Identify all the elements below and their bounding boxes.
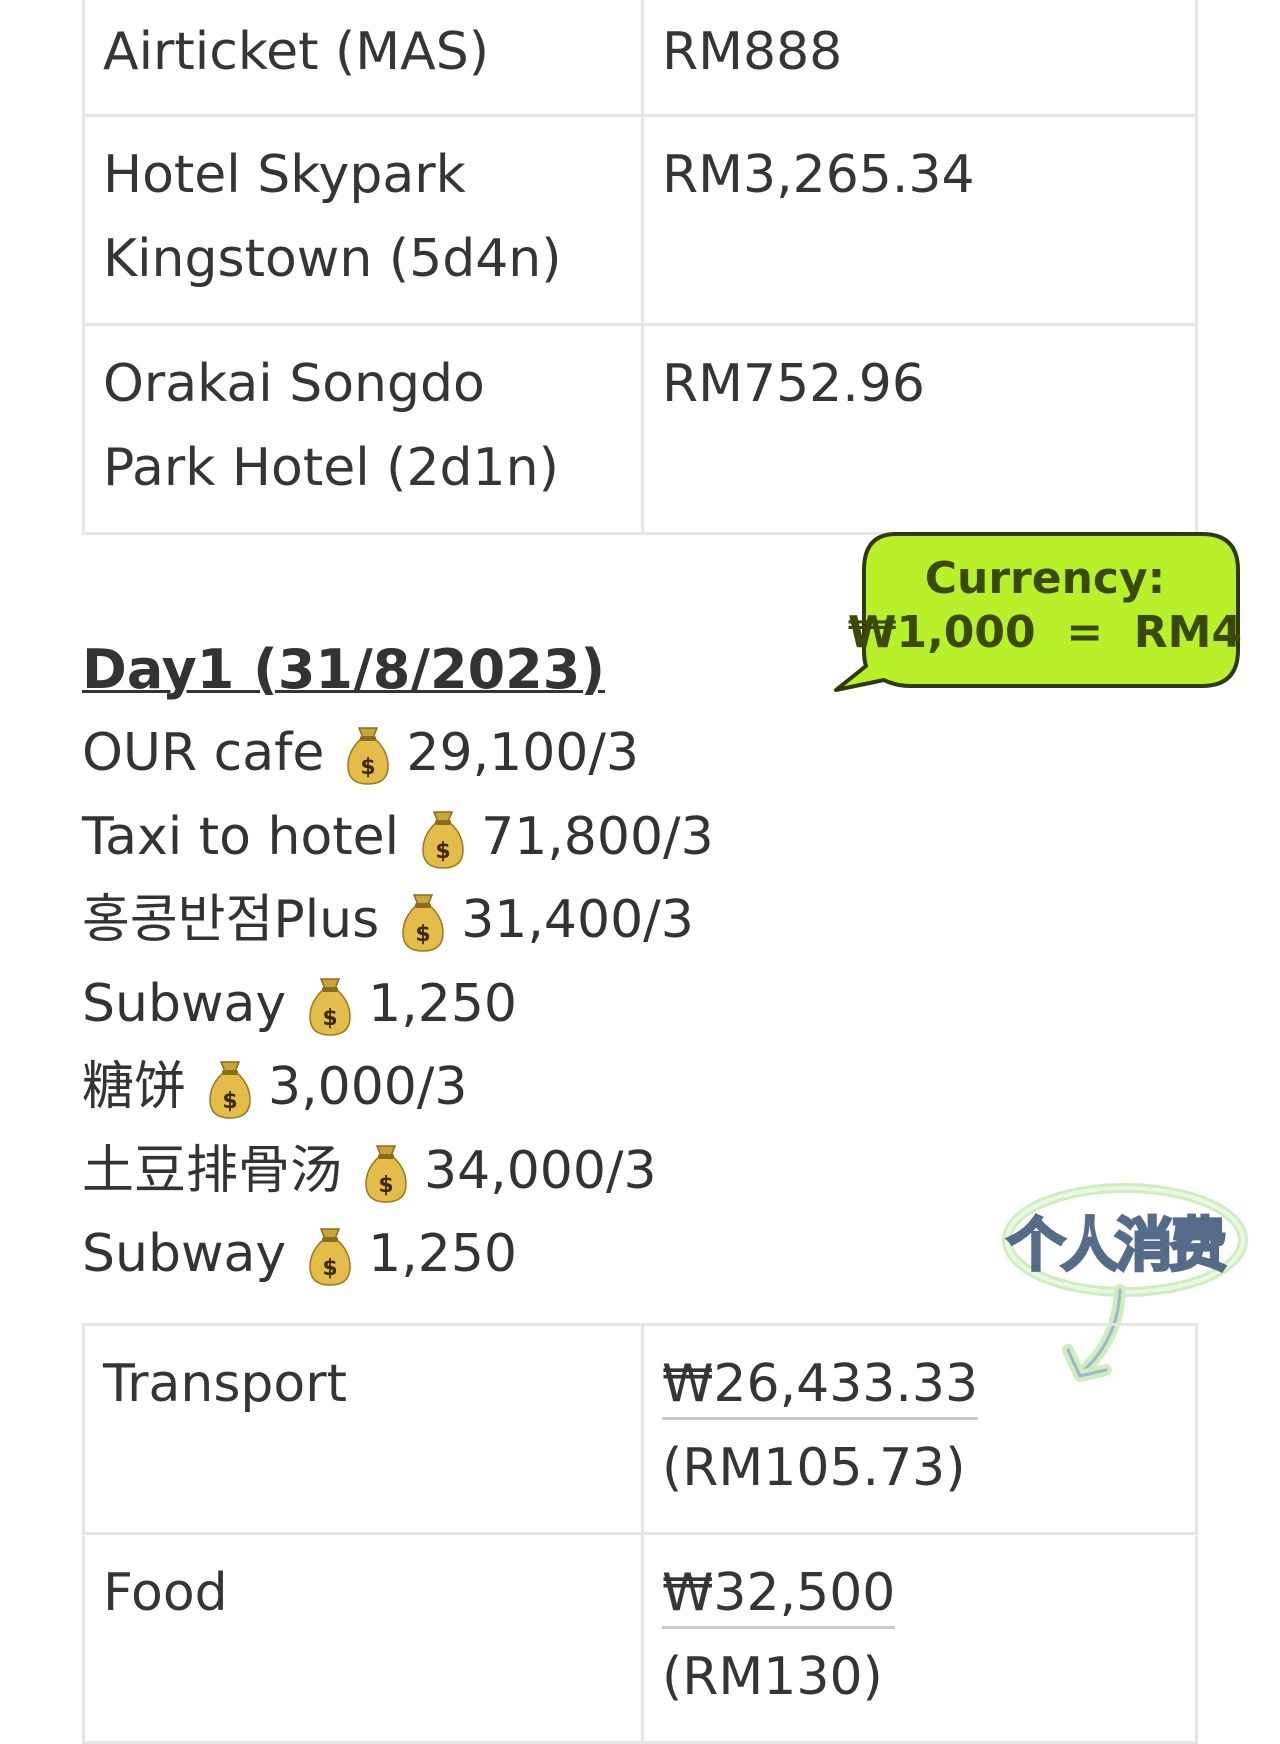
expense-item: Subway $1,250 xyxy=(82,1213,842,1297)
table-row: Transport ₩26,433.33 (RM105.73) xyxy=(82,1323,1198,1535)
expense-name: OUR cafe xyxy=(82,723,325,783)
expense-item: 土豆排骨汤 $34,000/3 xyxy=(82,1130,842,1214)
expense-item: 糖饼 $3,000/3 xyxy=(82,1046,842,1130)
day-itinerary: Day1 (31/8/2023) OUR cafe $29,100/3 Taxi … xyxy=(82,628,842,1297)
expense-item: Taxi to hotel $71,800/3 xyxy=(82,796,842,880)
item-name: Orakai Songdo xyxy=(103,354,485,414)
rm-amount: (RM105.73) xyxy=(662,1438,966,1498)
svg-text:$: $ xyxy=(435,839,450,864)
amount-cell: ₩26,433.33 (RM105.73) xyxy=(641,1323,1198,1535)
svg-text:$: $ xyxy=(361,755,376,780)
currency-label: Currency: xyxy=(924,553,1166,604)
svg-text:$: $ xyxy=(322,1256,337,1281)
currency-note-text: Currency: ₩1,000 = RM4 xyxy=(846,552,1244,660)
item-name: Airticket (MAS) xyxy=(103,22,490,82)
currency-note-bubble: Currency: ₩1,000 = RM4 xyxy=(834,530,1244,692)
expense-name: 糖饼 xyxy=(82,1057,187,1117)
table-row: Food ₩32,500 (RM130) xyxy=(82,1532,1198,1744)
won-amount: ₩32,500 xyxy=(662,1560,896,1629)
svg-text:$: $ xyxy=(322,1006,337,1031)
spending-summary-table: Transport ₩26,433.33 (RM105.73) Food ₩32… xyxy=(82,1323,1198,1744)
expense-amount: 34,000/3 xyxy=(424,1140,657,1201)
currency-rate: ₩1,000 = RM4 xyxy=(847,607,1243,658)
day-title: Day1 (31/8/2023) xyxy=(82,638,605,701)
category-cell: Food xyxy=(82,1532,644,1744)
svg-text:$: $ xyxy=(378,1173,393,1198)
price-cell: RM888 xyxy=(641,0,1198,117)
svg-text:$: $ xyxy=(416,922,431,947)
table-row: Airticket (MAS) RM888 xyxy=(82,0,1198,117)
personal-spending-label: 个人消费 xyxy=(1005,1210,1228,1281)
expense-name: Subway xyxy=(82,973,287,1034)
money-bag-icon: $ xyxy=(304,975,356,1039)
money-bag-icon: $ xyxy=(342,724,394,788)
category-cell: Transport xyxy=(82,1323,644,1535)
svg-text:$: $ xyxy=(222,1089,237,1114)
expense-amount: 1,250 xyxy=(368,973,518,1034)
expense-amount: 29,100/3 xyxy=(406,723,639,783)
amount-cell: ₩32,500 (RM130) xyxy=(641,1532,1198,1744)
expense-item: 홍콩반점Plus $31,400/3 xyxy=(82,879,842,963)
expense-amount: 31,400/3 xyxy=(461,890,694,950)
item-cell: Orakai Songdo Park Hotel (2d1n) xyxy=(82,323,644,535)
price-cell: RM3,265.34 xyxy=(641,114,1198,326)
expense-amount: 3,000/3 xyxy=(268,1057,468,1117)
item-name: Hotel Skypark xyxy=(103,145,466,205)
expense-name: Subway xyxy=(82,1224,287,1284)
item-price: RM3,265.34 xyxy=(662,145,975,205)
item-name-line2: Park Hotel (2d1n) xyxy=(103,438,559,498)
expense-amount: 71,800/3 xyxy=(481,806,714,867)
expense-name: Taxi to hotel xyxy=(82,806,400,867)
table-row: Hotel Skypark Kingstown (5d4n) RM3,265.3… xyxy=(82,114,1198,326)
price-cell: RM752.96 xyxy=(641,323,1198,535)
item-name-line2: Kingstown (5d4n) xyxy=(103,229,562,289)
accommodation-flight-table: Airticket (MAS) RM888 Hotel Skypark King… xyxy=(82,0,1198,535)
expense-item: Subway $1,250 xyxy=(82,963,842,1047)
expense-name: 홍콩반점Plus xyxy=(82,890,380,950)
item-cell: Airticket (MAS) xyxy=(82,0,644,117)
won-amount: ₩26,433.33 xyxy=(662,1351,979,1420)
money-bag-icon: $ xyxy=(397,891,449,955)
category-name: Transport xyxy=(103,1354,348,1414)
category-name: Food xyxy=(103,1563,228,1623)
expense-item: OUR cafe $29,100/3 xyxy=(82,712,842,796)
item-price: RM888 xyxy=(662,22,843,82)
item-cell: Hotel Skypark Kingstown (5d4n) xyxy=(82,114,644,326)
rm-amount: (RM130) xyxy=(662,1647,883,1707)
money-bag-icon: $ xyxy=(304,1225,356,1289)
expense-name: 土豆排骨汤 xyxy=(82,1140,343,1201)
item-price: RM752.96 xyxy=(662,354,925,414)
table-row: Orakai Songdo Park Hotel (2d1n) RM752.96 xyxy=(82,323,1198,535)
money-bag-icon: $ xyxy=(204,1058,256,1122)
expense-amount: 1,250 xyxy=(368,1224,518,1284)
money-bag-icon: $ xyxy=(417,808,469,872)
money-bag-icon: $ xyxy=(360,1142,412,1206)
